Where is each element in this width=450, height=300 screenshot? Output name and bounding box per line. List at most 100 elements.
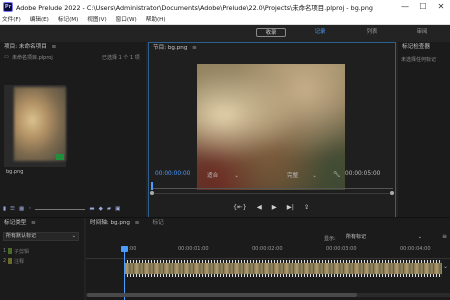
marker-item-comment[interactable]: 注释 [14,258,24,265]
close-button[interactable]: ✕ [432,0,450,14]
panel-menu-icon[interactable]: ≡ [135,218,141,228]
timeline-header: 时间轴: bg.png ≡ 标记 [86,218,450,228]
menu-marker[interactable]: 标记(M) [58,15,78,23]
chevron-down-icon: ⌄ [312,173,317,179]
fit-dropdown-label: 适合 [207,173,219,179]
timeline-scrollbar-thumb[interactable] [87,293,357,297]
track-options-icon[interactable]: ⌄ [443,263,448,270]
menu-edit[interactable]: 编辑(E) [30,15,49,23]
step-back-button[interactable]: ◀ [257,203,262,211]
export-frame-button[interactable]: ⇪ [304,203,309,211]
project-folder-icon: ▭ [4,54,9,60]
zoom-handle-left[interactable] [150,191,154,195]
panel-menu-icon[interactable]: ≡ [192,43,198,53]
display-filter-dropdown[interactable]: 所有标记 ⌄ [344,233,424,241]
timeline-menu-icon[interactable]: ≡ [442,233,447,240]
folder-icon[interactable]: ▰ [107,206,111,212]
current-timecode[interactable]: 00:00:00:00 [155,171,190,177]
project-info-row: ▭ 未命名项目.plproj 已选择 1 个 1 项 [0,54,146,63]
zoom-handle-right[interactable] [390,191,394,195]
new-bin-icon[interactable]: ▬ [89,206,94,212]
marker-inspector-header: 标记检查器 [398,42,450,52]
zoom-slider[interactable] [35,208,86,210]
clip-thumbnail-image [14,87,66,161]
marker-inspector-title[interactable]: 标记检查器 [402,44,430,50]
panel-menu-icon[interactable]: ≡ [31,218,37,228]
timeline-panel: 时间轴: bg.png ≡ 标记 显示: 所有标记 ⌄ ≡ 00:00 00:0… [86,218,450,300]
project-panel-header: 项目: 未命名项目 ≡ [0,42,146,52]
workspace-tab-ingest[interactable]: 收录 [256,28,286,37]
display-filter-value: 所有标记 [346,234,367,240]
list-view-icon[interactable]: ☰ [10,206,15,212]
window-controls: — ☐ ✕ [396,0,450,14]
prelude-app-icon: Pr [3,2,13,12]
subclip-marker-swatch [8,248,12,254]
panel-menu-icon[interactable]: ≡ [52,42,58,52]
delete-icon[interactable]: ▣ [115,206,120,212]
icon-view-icon[interactable]: ▦ [19,206,24,212]
workspace-tab-logging[interactable]: 记录 [306,28,334,37]
menu-help[interactable]: 帮助(H) [146,15,166,23]
ruler-label-3: 00:00:03:00 [326,246,357,252]
monitor-panel-title[interactable]: 节目: bg.png [153,45,187,51]
lock-icon[interactable]: ▮ [3,206,6,212]
project-panel-title[interactable]: 项目: 未命名项目 [4,44,47,50]
play-button[interactable]: ▶ [272,203,277,211]
marker-set-value: 所有默认标记 [6,233,37,239]
mark-in-out-button[interactable]: {⇤} [233,203,247,211]
marker-item-subclip[interactable]: 子剪辑 [14,248,29,255]
film-sprocket-bottom [124,274,442,277]
ruler-label-4: 00:00:04:00 [400,246,431,252]
monitor-panel-header: 节目: bg.png ≡ [149,43,395,53]
workspace-tab-list[interactable]: 列表 [360,28,384,37]
marker-item-2-number: 2 [3,258,7,264]
project-panel: 项目: 未命名项目 ≡ ▭ 未命名项目.plproj 已选择 1 个 1 项 b… [0,42,146,218]
marker-inspector-empty-text: 未选择任何标记 [401,57,437,63]
clip-filmstrip[interactable] [124,263,442,274]
chevron-down-icon: ⌄ [234,173,239,179]
tag-icon[interactable]: ◆ [99,206,103,212]
title-bar: Pr Adobe Prelude 2022 - C:\Users\Adminis… [0,0,450,14]
project-tools-strip: ▮ ☰ ▦ ◦ ▬ ◆ ▰ ▣ [0,203,146,215]
clip-status-badge-icon [56,154,64,160]
monitor-playhead[interactable] [151,182,153,190]
monitor-zoom-bar[interactable] [151,193,393,194]
marker-item-1-number: 1 [3,248,7,254]
menu-file[interactable]: 文件(F) [2,15,21,23]
workspace-tab-review[interactable]: 审阅 [410,28,434,37]
clip-thumbnail-label: bg.png [6,169,24,175]
timeline-tab-markers[interactable]: 标记 [153,220,164,226]
minimize-button[interactable]: — [396,0,414,14]
workspace-bar: 收录 记录 列表 审阅 [0,25,450,39]
project-file-name: 未命名项目.plproj [12,55,53,61]
chevron-down-icon: ⌄ [71,233,76,239]
duration-timecode: 00:00:05:00 [345,171,381,177]
window-title: Adobe Prelude 2022 - C:\Users\Administra… [16,3,373,12]
marker-types-panel: 标记类型 ≡ 所有默认标记 ⌄ 1 子剪辑 2 注释 [0,218,84,300]
menu-window[interactable]: 窗口(W) [116,15,137,23]
comment-marker-swatch [8,258,12,264]
maximize-button[interactable]: ☐ [414,0,432,14]
menu-bar: 文件(F) 编辑(E) 标记(M) 视图(V) 窗口(W) 帮助(H) [0,14,450,25]
ruler-label-1: 00:00:01:00 [178,246,209,252]
timeline-scrollbar[interactable] [86,293,450,297]
monitor-panel: 节目: bg.png ≡ 00:00:00:00 适合 ⌄ 完整 ⌄ 🔧︎ 00:0… [148,42,396,218]
marker-inspector-panel: 标记检查器 未选择任何标记 [398,42,450,218]
transport-controls: {⇤} ◀ ▶ ▶| ⇪ [233,203,309,211]
quality-dropdown[interactable]: 完整 ⌄ [287,171,317,179]
ruler-label-2: 00:00:02:00 [252,246,283,252]
chevron-down-icon: ⌄ [417,234,422,240]
timeline-title[interactable]: 时间轴: bg.png [90,220,130,226]
quality-dropdown-label: 完整 [287,173,299,179]
zoom-out-icon[interactable]: ◦ [28,206,31,212]
clip-thumbnail[interactable] [4,85,66,167]
monitor-time-ruler[interactable] [151,188,393,189]
wrench-icon[interactable]: 🔧︎ [333,171,341,178]
step-forward-button[interactable]: ▶| [287,203,294,211]
menu-view[interactable]: 视图(V) [87,15,106,23]
marker-set-dropdown[interactable]: 所有默认标记 ⌄ [3,232,79,241]
marker-types-title[interactable]: 标记类型 [4,220,26,226]
timeline-ruler[interactable]: 00:00 00:00:01:00 00:00:02:00 00:00:03:0… [86,241,450,259]
marker-types-header: 标记类型 ≡ [0,218,84,228]
fit-dropdown[interactable]: 适合 ⌄ [207,171,239,179]
